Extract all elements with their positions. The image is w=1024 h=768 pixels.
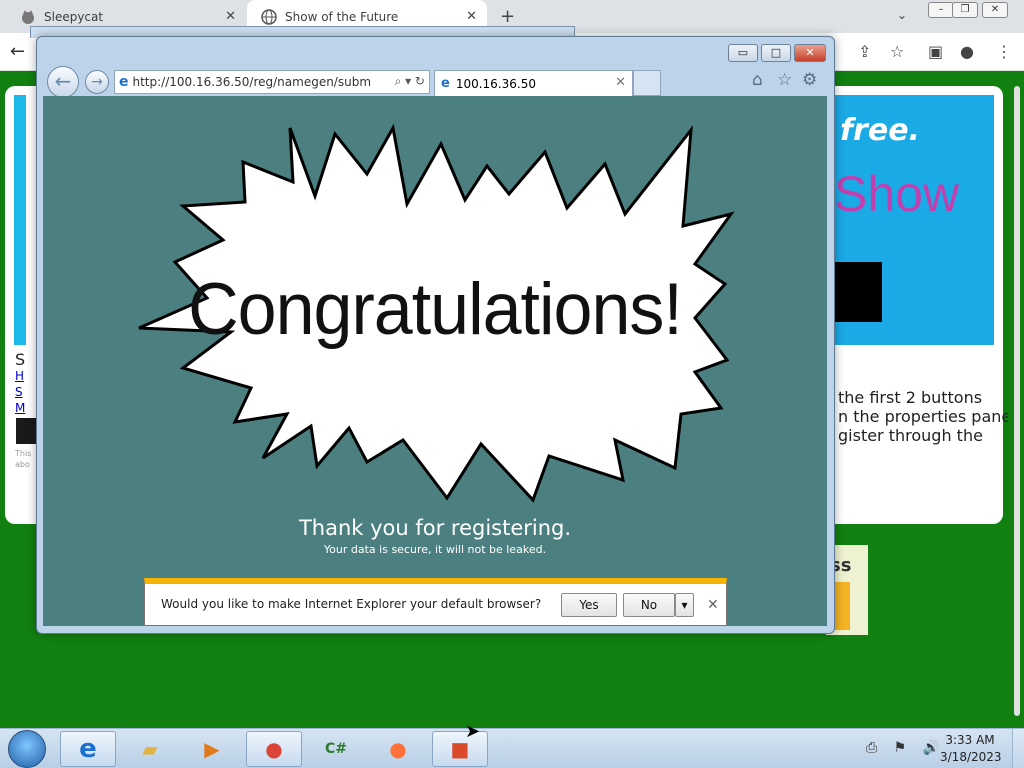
settings-gear-icon[interactable]: ⚙ [802,70,817,90]
search-dropdown-refresh-icon[interactable]: ⌕ ▾ ↻ [395,74,425,89]
ie-forward-icon[interactable]: → [85,70,109,94]
side-line: gister through the [838,426,983,445]
menu-kebab-icon[interactable]: ⋮ [996,42,1012,61]
ie-back-icon[interactable]: ← [47,66,79,98]
globe-icon [261,8,277,25]
taskbar-media-player-icon[interactable]: ▶ [184,731,240,767]
left-heading: S [15,350,26,369]
tab-close-icon[interactable]: ✕ [225,9,236,24]
profile-avatar-icon[interactable]: ● [960,42,974,61]
ie-tab[interactable]: e 100.16.36.50 ✕ [434,70,633,96]
left-link[interactable]: H [15,369,24,383]
ie-address-bar[interactable]: e http://100.16.36.50/reg/namegen/submit… [114,70,430,94]
notification-close-icon[interactable]: ✕ [707,597,719,613]
ie-logo-icon: e [441,76,450,91]
tab-search-chevron-icon[interactable]: ⌄ [897,8,907,22]
congratulations-title: Congratulations! [188,268,683,350]
favorites-star-icon[interactable]: ☆ [777,70,792,90]
mouse-cursor-icon: ➤ [465,721,481,742]
default-browser-notification: Would you like to make Internet Explorer… [144,578,727,626]
clock-date[interactable]: 3/18/2023 [940,750,1002,764]
tab-title: Show of the Future [285,9,399,24]
taskbar-firefox-icon[interactable]: ● [370,731,426,767]
thank-you-text: Thank you for registering. [298,516,572,540]
no-button[interactable]: No [623,593,675,617]
share-icon[interactable]: ⇪ [858,42,871,61]
side-line: n the properties panel, [838,407,1008,426]
show-banner-image: free. Show [834,95,994,345]
left-image-strip [14,95,26,345]
data-secure-text: Your data is secure, it will not be leak… [323,543,547,556]
back-arrow-icon[interactable]: ← [10,41,25,62]
ie-url-text[interactable]: http://100.16.36.50/reg/namegen/submit.a… [133,75,371,89]
clock-time[interactable]: 3:33 AM [940,733,1000,747]
ie-tab-title: 100.16.36.50 [455,76,536,91]
left-small-text: This abo [15,449,32,469]
side-line: the first 2 buttons [838,388,983,407]
no-dropdown-chevron-icon[interactable]: ▾ [675,593,694,617]
ie-new-tab-button[interactable] [633,70,661,96]
system-tray-icons[interactable]: ⎙ ⚑ 🔊 [866,740,946,756]
ad-orange-block [834,582,850,630]
new-tab-button[interactable]: + [500,6,515,27]
minimize-button[interactable]: – [928,2,954,18]
side-instructions-text: the first 2 buttons n the properties pan… [838,388,1008,445]
taskbar-csharp-icon[interactable]: C# [308,731,364,767]
ie-tab-close-icon[interactable]: ✕ [615,75,626,90]
cat-favicon-icon [20,9,36,25]
ie-logo-icon: e [119,74,129,90]
yes-button[interactable]: Yes [561,593,617,617]
notification-text: Would you like to make Internet Explorer… [161,597,542,611]
taskbar-chrome-icon[interactable]: ● [246,731,302,767]
start-button[interactable] [8,730,46,768]
close-button[interactable]: ✕ [982,2,1008,18]
ie-close-button[interactable]: ✕ [794,44,826,62]
taskbar-ie-icon[interactable]: e [60,731,116,767]
tab-title: Sleepycat [44,9,104,24]
taskbar-explorer-folder-icon[interactable]: ▰ [122,731,178,767]
page-scrollbar[interactable] [1014,86,1020,716]
ie-maximize-button[interactable]: □ [761,44,791,62]
banner-black-block [834,262,882,322]
left-link[interactable]: S [15,385,23,399]
tab-close-icon[interactable]: ✕ [466,9,477,24]
side-panel-icon[interactable]: ▣ [928,42,943,61]
ie-minimize-button[interactable]: ▭ [728,44,758,62]
left-badge-image [16,418,36,444]
ie-page-content: Congratulations! Thank you for registeri… [43,96,827,626]
banner-show-text: Show [834,166,960,222]
bookmark-star-icon[interactable]: ☆ [890,42,904,61]
home-icon[interactable]: ⌂ [752,70,763,90]
show-desktop-button[interactable] [1012,729,1024,768]
restore-button[interactable]: ❐ [952,2,978,18]
left-link[interactable]: M [15,401,25,415]
banner-free-text: free. [840,113,920,148]
